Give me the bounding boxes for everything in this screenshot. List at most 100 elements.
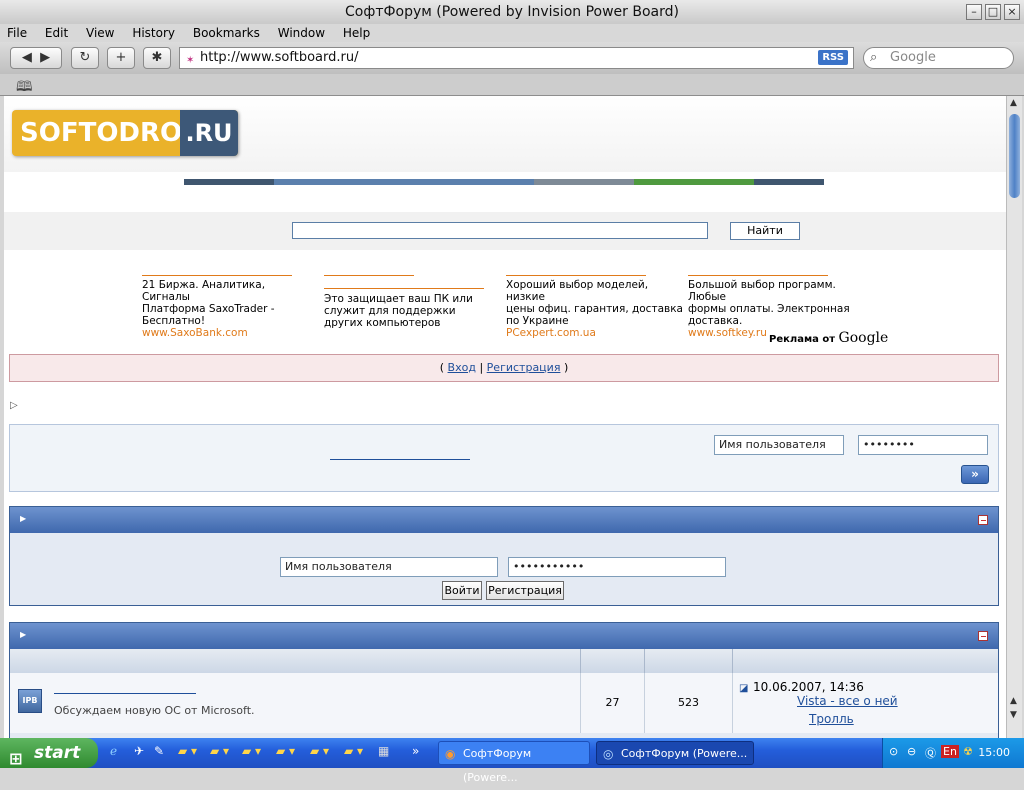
color-stripe bbox=[184, 179, 824, 185]
minimize-button[interactable]: – bbox=[966, 4, 982, 20]
page-scrollbar[interactable]: ▲ ▲ ▼ bbox=[1006, 96, 1022, 738]
ad-item[interactable]: Большой выбор программ. Любые формы опла… bbox=[688, 268, 874, 339]
scroll-up-bottom-icon[interactable]: ▲ bbox=[1010, 696, 1017, 706]
collapse-icon[interactable] bbox=[978, 515, 988, 525]
clock: 15:00 bbox=[978, 746, 1010, 759]
menu-history[interactable]: History bbox=[125, 24, 182, 42]
ad-url[interactable]: www.SaxoBank.com bbox=[142, 327, 308, 339]
system-tray: ⊙ ⊖ Ⓠ En ☢ 15:00 bbox=[882, 738, 1024, 768]
maximize-button[interactable]: □ bbox=[985, 4, 1001, 20]
ie-icon[interactable]: ℯ bbox=[110, 744, 117, 758]
ad-title: 21 Биржа. Аналитика, Сигналы bbox=[142, 279, 266, 303]
back-forward-buttons[interactable]: ◀ ▶ bbox=[10, 47, 62, 69]
scroll-thumb[interactable] bbox=[1009, 114, 1020, 198]
back-icon[interactable]: ◀ bbox=[22, 50, 32, 65]
plus-icon: + bbox=[115, 50, 127, 65]
last-post-icon[interactable]: ◪ bbox=[739, 683, 748, 694]
reload-button[interactable]: ↻ bbox=[71, 47, 99, 69]
ad-text: Платформа SaxoTrader - Бесплатно! bbox=[142, 303, 275, 327]
bug-icon: ✱ bbox=[151, 50, 163, 65]
login-username-input[interactable]: Имя пользователя bbox=[280, 557, 498, 577]
ad-item[interactable]: Это защищает ваш ПК или служит для подде… bbox=[324, 268, 490, 329]
last-post-author-link[interactable]: Тролль bbox=[809, 712, 854, 726]
reload-icon: ↻ bbox=[79, 50, 91, 65]
minus-circle-icon[interactable]: ⊖ bbox=[907, 745, 916, 758]
folder-icon[interactable]: ▰ ▾ bbox=[310, 744, 329, 758]
menu-window[interactable]: Window bbox=[271, 24, 332, 42]
forum-status-icon: IPB bbox=[18, 689, 42, 713]
username-input[interactable]: Имя пользователя bbox=[714, 435, 844, 455]
page-viewport: SOFTODROM .RU Найти 21 Биржа. Аналитика,… bbox=[4, 96, 1006, 738]
expand-arrow-icon[interactable]: ▶ bbox=[20, 514, 26, 523]
login-button[interactable]: Войти bbox=[442, 581, 482, 600]
forum-title-link[interactable] bbox=[54, 693, 196, 694]
task-label: СофтФорум (Powere... bbox=[621, 747, 748, 760]
plane-icon[interactable]: ✈ bbox=[134, 744, 144, 758]
firefox-icon: ◉ bbox=[445, 747, 456, 761]
site-logo[interactable]: SOFTODROM .RU bbox=[12, 110, 238, 156]
login-link[interactable]: Вход bbox=[448, 361, 476, 374]
back-circle-icon[interactable]: ⊙ bbox=[889, 745, 898, 758]
folder-icon[interactable]: ▰ ▾ bbox=[178, 744, 197, 758]
menu-bookmarks[interactable]: Bookmarks bbox=[186, 24, 267, 42]
menu-help[interactable]: Help bbox=[336, 24, 377, 42]
scroll-up-icon[interactable]: ▲ bbox=[1010, 98, 1017, 108]
posts-count: 523 bbox=[644, 673, 732, 733]
register-button[interactable]: Регистрация bbox=[486, 581, 564, 600]
folder-icon[interactable]: ▰ ▾ bbox=[242, 744, 261, 758]
address-bar[interactable]: ✶ http://www.softboard.ru/ RSS bbox=[179, 47, 854, 69]
login-section: ▶ Имя пользователя ••••••••••• Войти Рег… bbox=[9, 506, 999, 606]
pointer-icon[interactable]: ✎ bbox=[154, 744, 164, 758]
collapse-icon[interactable] bbox=[978, 631, 988, 641]
browser-icon: ◎ bbox=[603, 747, 614, 761]
site-search-input[interactable] bbox=[292, 222, 708, 239]
section-header: ▶ bbox=[10, 507, 998, 533]
last-post-cell: ◪ 10.06.2007, 14:36 Vista - все о ней Тр… bbox=[732, 673, 998, 733]
ad-item[interactable]: 21 Биржа. Аналитика, Сигналы Платформа S… bbox=[142, 268, 308, 339]
add-bookmark-button[interactable]: + bbox=[107, 47, 135, 69]
radiation-icon[interactable]: ☢ bbox=[963, 745, 973, 758]
empty-link-line[interactable] bbox=[330, 459, 470, 460]
guest-login-bar: ( Вход | Регистрация ) bbox=[9, 354, 999, 382]
go-button[interactable]: » bbox=[961, 465, 989, 484]
start-button[interactable]: ⊞ start bbox=[0, 738, 98, 768]
forward-icon[interactable]: ▶ bbox=[40, 50, 50, 65]
section-header: ▶ bbox=[10, 623, 998, 649]
ad-text: формы оплаты. Электронная доставка. bbox=[688, 303, 850, 327]
register-link[interactable]: Регистрация bbox=[487, 361, 561, 374]
forum-row: IPB Обсуждаем новую ОС от Microsoft. 27 … bbox=[10, 673, 998, 733]
menu-view[interactable]: View bbox=[79, 24, 121, 42]
app-icon[interactable]: ▦ bbox=[378, 744, 389, 758]
find-button[interactable]: Найти bbox=[730, 222, 800, 240]
paren-close: ) bbox=[563, 361, 569, 374]
ad-url[interactable]: PCexpert.com.ua bbox=[506, 327, 684, 339]
site-header: SOFTODROM .RU bbox=[4, 96, 1006, 172]
task-label: СофтФорум (Powere... bbox=[463, 747, 532, 784]
language-indicator[interactable]: En bbox=[941, 745, 959, 758]
last-post-topic-link[interactable]: Vista - все о ней bbox=[797, 694, 898, 708]
login-password-input[interactable]: ••••••••••• bbox=[508, 557, 726, 577]
rss-button[interactable]: RSS bbox=[818, 50, 848, 65]
ad-item[interactable]: Хороший выбор моделей, низкие цены офиц.… bbox=[506, 268, 684, 339]
folder-icon[interactable]: ▰ ▾ bbox=[276, 744, 295, 758]
close-button[interactable]: × bbox=[1004, 4, 1020, 20]
expand-arrow-icon[interactable]: ▶ bbox=[20, 630, 26, 639]
search-field[interactable]: ⌕ Google bbox=[863, 47, 1014, 69]
taskbar-task-browser-active[interactable]: ◎ СофтФорум (Powere... bbox=[596, 741, 754, 765]
show-more-icon[interactable]: » bbox=[412, 744, 419, 758]
folder-icon[interactable]: ▰ ▾ bbox=[210, 744, 229, 758]
ad-text: цены офиц. гарантия, доставка по Украине bbox=[506, 303, 683, 327]
scroll-down-icon[interactable]: ▼ bbox=[1010, 710, 1017, 720]
password-input[interactable]: •••••••• bbox=[858, 435, 988, 455]
forum-description: Обсуждаем новую ОС от Microsoft. bbox=[54, 704, 255, 717]
browser-toolbar: ◀ ▶ ↻ + ✱ ✶ http://www.softboard.ru/ RSS… bbox=[0, 42, 1024, 74]
forum-column-headers bbox=[10, 649, 998, 673]
ads-by-google[interactable]: Реклама от Google bbox=[769, 330, 888, 346]
menu-file[interactable]: File bbox=[0, 24, 34, 42]
q-icon[interactable]: Ⓠ bbox=[925, 745, 936, 761]
ad-title: Большой выбор программ. Любые bbox=[688, 279, 836, 303]
menu-edit[interactable]: Edit bbox=[38, 24, 75, 42]
taskbar-task-firefox[interactable]: ◉ СофтФорум (Powere... bbox=[438, 741, 590, 784]
folder-icon[interactable]: ▰ ▾ bbox=[344, 744, 363, 758]
debug-button[interactable]: ✱ bbox=[143, 47, 171, 69]
